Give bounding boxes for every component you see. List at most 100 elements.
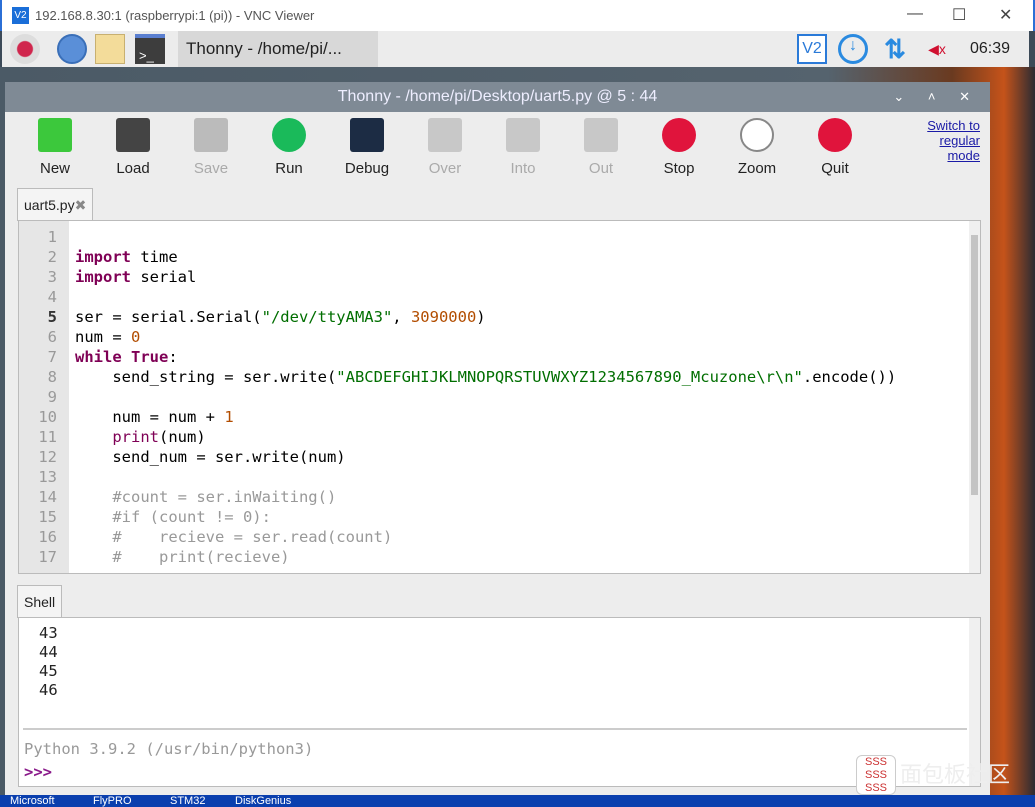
file-manager-icon[interactable] xyxy=(95,34,125,64)
taskbar-item[interactable]: Microsoft xyxy=(10,795,55,807)
new-button[interactable]: New xyxy=(20,118,90,177)
button-label: Quit xyxy=(821,160,849,177)
new-icon xyxy=(38,118,72,152)
line-number: 17 xyxy=(38,548,57,566)
over-button[interactable]: Over xyxy=(410,118,480,177)
into-icon xyxy=(506,118,540,152)
save-icon xyxy=(194,118,228,152)
code-line: #if (count != 0): xyxy=(75,507,896,527)
code-token: True xyxy=(131,348,169,366)
quit-button[interactable]: Quit xyxy=(800,118,870,177)
line-number: 9 xyxy=(47,388,57,406)
over-icon xyxy=(428,118,462,152)
code-line: ser = serial.Serial("/dev/ttyAMA3", 3090… xyxy=(75,307,896,327)
tab-label: uart5.py xyxy=(24,197,75,213)
code-token: send_string = ser.write( xyxy=(75,368,337,386)
raspberry-menu-icon[interactable] xyxy=(10,34,40,64)
taskbar-item[interactable]: FlyPRO xyxy=(93,795,132,807)
debug-button[interactable]: Debug xyxy=(332,118,402,177)
code-editor[interactable]: 1 2 3 4 5 6 7 8 9 10 11 12 13 14 15 16 17 import time imp… xyxy=(18,220,981,574)
tab-uart5-py[interactable]: uart5.py✖ xyxy=(17,188,94,221)
code-line: send_string = ser.write("ABCDEFGHIJKLMNO… xyxy=(75,367,896,387)
download-icon[interactable]: ↓ xyxy=(838,34,868,64)
shell-panel[interactable]: 43 44 45 46 Python 3.9.2 (/usr/bin/python3)… xyxy=(18,617,981,787)
code-token: import xyxy=(75,248,131,266)
shell-output: 43 44 45 46 xyxy=(39,624,58,700)
code-token: #if (count != 0): xyxy=(75,508,271,526)
line-number: 8 xyxy=(47,368,57,386)
button-label: New xyxy=(39,160,70,177)
switch-to-regular-mode-link[interactable]: Switch to regular mode xyxy=(910,118,980,163)
code-token: num = num + xyxy=(75,408,225,426)
stop-button[interactable]: Stop xyxy=(644,118,714,177)
shell-output-line: 43 xyxy=(39,624,58,642)
code-line: num = num + 1 xyxy=(75,407,896,427)
browser-globe-icon[interactable] xyxy=(57,34,87,64)
debug-icon xyxy=(350,118,384,152)
line-number: 1 xyxy=(47,228,57,246)
shell-prompt[interactable]: >>> xyxy=(24,763,52,781)
button-label: Run xyxy=(275,160,303,177)
line-number: 6 xyxy=(47,328,57,346)
terminal-icon[interactable]: >_ xyxy=(135,34,165,64)
button-label: Zoom xyxy=(737,160,777,177)
zoom-icon xyxy=(740,118,774,152)
line-number: 12 xyxy=(38,448,57,466)
load-button[interactable]: Load xyxy=(98,118,168,177)
vnc-icon[interactable]: V2 xyxy=(797,34,827,64)
line-number: 16 xyxy=(38,528,57,546)
save-button[interactable]: Save xyxy=(176,118,246,177)
shell-output-line: 46 xyxy=(39,681,58,699)
tab-label: Shell xyxy=(24,594,56,610)
shell-divider xyxy=(23,728,967,730)
code-token: # recieve = ser.read(count) xyxy=(75,528,393,546)
code-text: import time import serial ser = serial.Ser… xyxy=(75,227,896,567)
window-controls[interactable]: ⌄ ˄ ✕ xyxy=(893,82,980,112)
taskbar-item[interactable]: DiskGenius xyxy=(235,795,291,807)
volume-muted-icon[interactable]: ◀x xyxy=(922,34,952,64)
close-button[interactable]: ✕ xyxy=(999,5,1012,25)
code-token: "/dev/ttyAMA3" xyxy=(261,308,393,326)
code-token: print xyxy=(112,428,159,446)
taskbar-thonny-item[interactable]: Thonny - /home/pi/... xyxy=(178,31,378,67)
button-label: Save xyxy=(193,160,229,177)
window-title: Thonny - /home/pi/Desktop/uart5.py @ 5 :… xyxy=(337,88,658,105)
code-token: : xyxy=(168,348,178,366)
code-token: (num) xyxy=(159,428,206,446)
run-button[interactable]: Run xyxy=(254,118,324,177)
line-number: 5 xyxy=(47,308,57,326)
maximize-button[interactable]: ☐ xyxy=(952,5,966,25)
out-button[interactable]: Out xyxy=(566,118,636,177)
link-line: mode xyxy=(947,148,980,163)
code-token: send_num = ser.write(num) xyxy=(75,448,346,466)
line-number: 11 xyxy=(38,428,57,446)
shell-output-line: 45 xyxy=(39,662,58,680)
zoom-button[interactable]: Zoom xyxy=(722,118,792,177)
code-line: print(num) xyxy=(75,427,896,447)
code-line: send_num = ser.write(num) xyxy=(75,447,896,467)
tab-shell[interactable]: Shell xyxy=(17,585,63,618)
run-icon xyxy=(272,118,306,152)
into-button[interactable]: Into xyxy=(488,118,558,177)
vnc-logo-icon: V2 xyxy=(12,7,29,24)
code-token: ser = serial.Serial( xyxy=(75,308,262,326)
code-line: # recieve = ser.read(count) xyxy=(75,527,896,547)
line-number: 3 xyxy=(47,268,57,286)
minimize-button[interactable]: — xyxy=(907,5,923,23)
clock: 06:39 xyxy=(970,40,1011,57)
link-line: regular xyxy=(939,133,980,148)
code-line: num = 0 xyxy=(75,327,896,347)
code-token: 1 xyxy=(224,408,234,426)
code-line: #count = ser.inWaiting() xyxy=(75,487,896,507)
code-token: # print(recieve) xyxy=(75,548,290,566)
code-token: #count = ser.inWaiting() xyxy=(75,488,337,506)
out-icon xyxy=(584,118,618,152)
taskbar-item[interactable]: STM32 xyxy=(170,795,205,807)
editor-scrollbar[interactable] xyxy=(969,221,980,573)
line-number: 14 xyxy=(38,488,57,506)
code-token: 3090000 xyxy=(410,308,477,326)
network-arrows-icon[interactable]: ⇅ xyxy=(880,34,910,64)
close-tab-icon[interactable]: ✖ xyxy=(75,197,87,213)
